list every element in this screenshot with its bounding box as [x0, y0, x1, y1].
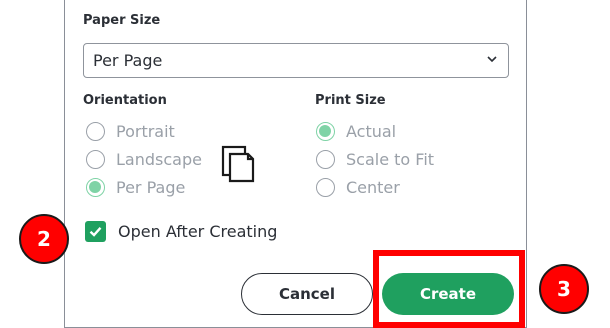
- print-size-option-center[interactable]: Center: [316, 176, 400, 198]
- radio-button[interactable]: [86, 149, 105, 169]
- orientation-option-per-page[interactable]: Per Page: [86, 176, 185, 198]
- screen: Paper Size Per Page Orientation Portrait…: [0, 0, 610, 328]
- step-badge-3: 3: [539, 264, 589, 314]
- radio-button[interactable]: [86, 121, 105, 141]
- orientation-label: Orientation: [83, 93, 167, 108]
- print-size-option-actual[interactable]: Actual: [316, 120, 396, 142]
- pages-icon: [221, 145, 255, 183]
- radio-button-selected[interactable]: [86, 177, 105, 197]
- open-after-creating-checkbox[interactable]: [85, 221, 106, 242]
- cancel-button[interactable]: Cancel: [241, 273, 373, 315]
- radio-label: Center: [346, 177, 400, 197]
- radio-label: Actual: [346, 121, 397, 141]
- print-size-option-scale-to-fit[interactable]: Scale to Fit: [316, 148, 434, 170]
- radio-label: Landscape: [116, 149, 202, 169]
- open-after-creating-label: Open After Creating: [118, 222, 278, 241]
- step-badge-2: 2: [19, 214, 69, 264]
- create-button-highlight: [373, 250, 525, 328]
- paper-size-value: Per Page: [93, 51, 163, 70]
- radio-label: Scale to Fit: [346, 149, 435, 169]
- radio-button[interactable]: [316, 177, 335, 197]
- open-after-creating-option[interactable]: Open After Creating: [85, 221, 277, 242]
- paper-size-label: Paper Size: [83, 13, 161, 28]
- check-icon: [89, 226, 102, 237]
- paper-size-select[interactable]: Per Page: [83, 43, 509, 78]
- orientation-option-portrait[interactable]: Portrait: [86, 120, 175, 142]
- radio-button[interactable]: [316, 149, 335, 169]
- print-size-label: Print Size: [315, 93, 386, 108]
- orientation-option-landscape[interactable]: Landscape: [86, 148, 202, 170]
- chevron-down-icon: [487, 56, 497, 63]
- radio-button-selected[interactable]: [316, 121, 335, 141]
- radio-label: Per Page: [116, 177, 186, 197]
- radio-label: Portrait: [116, 121, 175, 141]
